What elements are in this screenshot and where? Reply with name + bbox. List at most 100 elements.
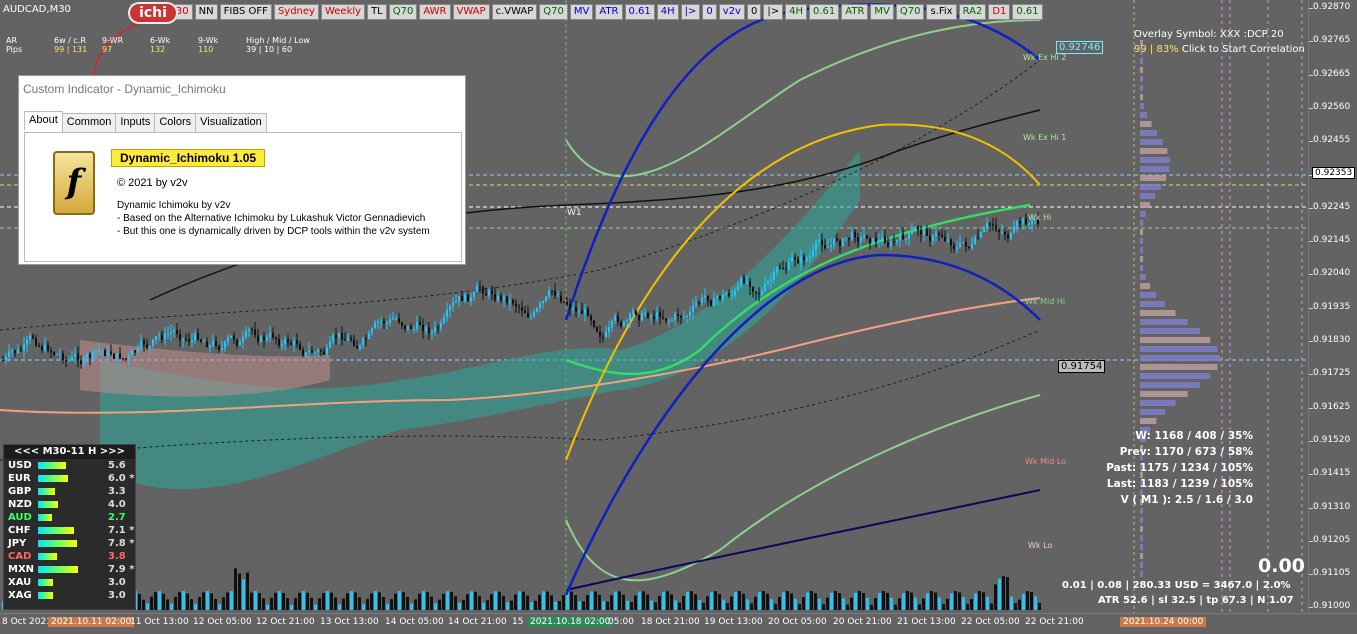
volume-profile-bar — [1140, 328, 1200, 334]
toolbar-button-21[interactable]: |> — [763, 4, 784, 20]
volume-profile-bar — [1140, 256, 1143, 262]
toolbar-button-23[interactable]: 0.61 — [809, 4, 840, 20]
volume-bar — [534, 600, 537, 610]
pl-value: 0.00 — [1258, 555, 1305, 577]
candle-body — [377, 321, 379, 323]
candle-body — [581, 310, 583, 314]
candle-body — [830, 245, 832, 248]
volume-bar — [374, 591, 377, 610]
volume-bar — [310, 597, 313, 610]
time-axis[interactable]: 8 Oct 2021 2021.10.11 02:00 11 Oct 13:00 12… — [0, 613, 1357, 634]
candle-body — [68, 359, 70, 361]
dialog-tab-visualization[interactable]: Visualization — [195, 113, 267, 132]
volume-bar — [918, 604, 921, 610]
candle-body — [425, 327, 427, 332]
candle-body — [353, 339, 355, 346]
correlation-link[interactable]: 99 | 83% Click to Start Correlation — [1134, 42, 1305, 57]
toolbar-button-4[interactable]: FIBS OFF — [219, 4, 272, 20]
toolbar-button-10[interactable]: VWAP — [452, 4, 490, 20]
toolbar-button-14[interactable]: ATR — [595, 4, 623, 20]
toolbar-button-28[interactable]: RA2 — [958, 4, 987, 20]
candle-body — [263, 336, 265, 341]
candle-body — [668, 320, 670, 322]
candle-body — [383, 320, 385, 324]
candle-body — [455, 301, 457, 303]
toolbar-button-30[interactable]: 0.61 — [1012, 4, 1043, 20]
toolbar-button-3[interactable]: NN — [194, 4, 218, 20]
volume-profile-bar — [1140, 166, 1170, 172]
candle-body — [62, 353, 64, 361]
toolbar-button-17[interactable]: |> — [680, 4, 701, 20]
candle-body — [14, 350, 16, 353]
chart-area[interactable]: AUDCAD,M30 FHA M30NNFIBS OFFSydneyWeekly… — [0, 0, 1308, 613]
dialog-tab-inputs[interactable]: Inputs — [115, 113, 156, 132]
candle-body — [314, 352, 316, 354]
toolbar-button-19[interactable]: v2v — [718, 4, 745, 20]
volume-bar — [878, 592, 881, 610]
currency-value: 7.1 * — [108, 525, 135, 536]
toolbar-button-16[interactable]: 4H — [656, 4, 679, 20]
candle-body — [257, 335, 259, 342]
dialog-tab-about[interactable]: About — [24, 111, 63, 130]
candle-body — [413, 328, 415, 330]
candle-body — [155, 336, 157, 340]
candle-body — [866, 234, 868, 239]
indicator-dialog: Custom Indicator - Dynamic_Ichimoku Abou… — [18, 75, 466, 265]
volume-bar — [414, 599, 417, 610]
toolbar-button-13[interactable]: MV — [569, 4, 594, 20]
time-label: 15 — [512, 617, 524, 627]
table-header[interactable]: <<< M30-11 H >>> — [4, 445, 135, 459]
toolbar-button-6[interactable]: Weekly — [320, 4, 366, 20]
candle-body — [185, 338, 187, 340]
toolbar-button-12[interactable]: Q70 — [539, 4, 568, 20]
volume-profile-bar — [1140, 148, 1168, 154]
currency-row: USD 5.6 — [4, 459, 135, 472]
toolbar-button-5[interactable]: Sydney — [273, 4, 319, 20]
candle-body — [320, 350, 322, 352]
toolbar-button-11[interactable]: c.VWAP — [491, 4, 538, 20]
volume-bar — [886, 592, 889, 610]
candle-body — [836, 238, 838, 241]
toolbar-button-25[interactable]: MV — [870, 4, 894, 20]
dialog-tab-colors[interactable]: Colors — [154, 113, 197, 132]
toolbar-button-20[interactable]: 0 — [746, 4, 762, 20]
candle-body — [530, 316, 532, 318]
toolbar-button-9[interactable]: AWR — [419, 4, 451, 20]
candle-body — [23, 344, 25, 351]
candle-body — [365, 338, 367, 340]
toolbar-button-26[interactable]: Q70 — [895, 4, 925, 20]
volume-bar — [178, 592, 181, 610]
volume-bar — [682, 596, 685, 610]
toolbar-button-7[interactable]: TL — [367, 4, 387, 20]
toolbar-button-8[interactable]: Q70 — [388, 4, 418, 20]
currency-strength-table: <<< M30-11 H >>> USD 5.6 EUR 6.0 * GBP 3.3 NZD… — [3, 444, 136, 610]
volume-bar — [170, 603, 173, 610]
toolbar-button-22[interactable]: 4H — [785, 4, 807, 20]
candle-body — [881, 236, 883, 240]
ichi-logo-button[interactable]: ichi — [128, 2, 178, 24]
level-wk-lo: Wk Lo — [1028, 541, 1053, 550]
candle-body — [485, 293, 487, 296]
currency-name: GBP — [8, 486, 32, 497]
toolbar-button-29[interactable]: D1 — [988, 4, 1011, 20]
candle-body — [506, 296, 508, 303]
toolbar-button-18[interactable]: 0 — [702, 4, 717, 20]
candle-body — [764, 284, 766, 292]
candle-body — [158, 334, 160, 337]
toolbar-button-15[interactable]: 0.61 — [624, 4, 655, 20]
dialog-tab-common[interactable]: Common — [61, 113, 117, 132]
candle-body — [89, 354, 91, 358]
candle-body — [878, 239, 880, 242]
volume-bar — [610, 595, 613, 610]
candle-body — [1010, 232, 1012, 239]
toolbar-button-27[interactable]: s.Fix — [926, 4, 957, 20]
candle-body — [317, 350, 319, 353]
candle-body — [965, 242, 967, 247]
candle-body — [401, 322, 403, 326]
price-scale[interactable]: 0.92870 0.92765 0.92665 0.92560 0.92455 0.923… — [1308, 0, 1357, 613]
volume-bar — [814, 593, 817, 610]
candle-body — [896, 240, 898, 243]
volume-bar — [174, 596, 177, 610]
volume-profile-bar — [1140, 265, 1144, 271]
toolbar-button-24[interactable]: ATR — [841, 4, 869, 20]
